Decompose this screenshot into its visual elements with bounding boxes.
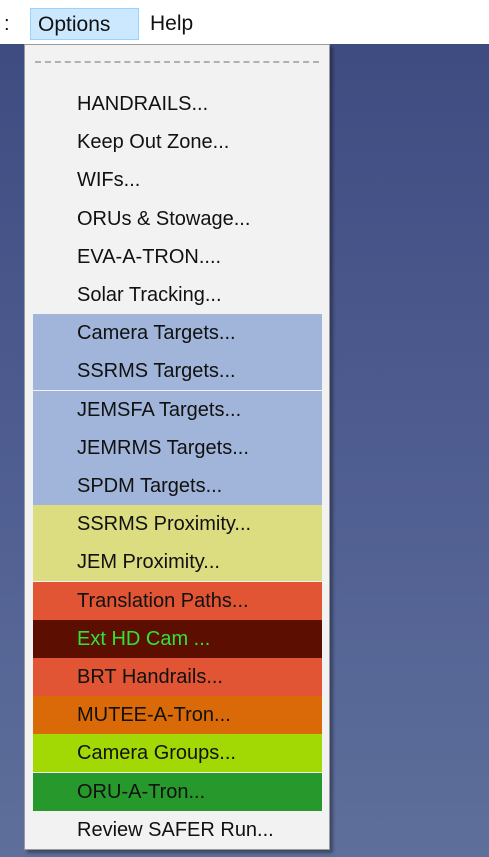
menu-item-keep-out-zone[interactable]: Keep Out Zone... xyxy=(33,123,322,162)
menu-item-camera-targets[interactable]: Camera Targets... xyxy=(33,314,322,353)
menu-item-jem-proximity[interactable]: JEM Proximity... xyxy=(33,543,322,582)
menu-item-jemrms-targets[interactable]: JEMRMS Targets... xyxy=(33,428,322,467)
menu-item-ssrms-proximity[interactable]: SSRMS Proximity... xyxy=(33,505,322,544)
menu-options[interactable]: Options xyxy=(30,8,139,40)
menu-item-eva-a-tron[interactable]: EVA-A-TRON.... xyxy=(33,237,322,276)
menu-item-orus-stowage[interactable]: ORUs & Stowage... xyxy=(33,199,322,238)
menu-help[interactable]: Help xyxy=(143,8,213,40)
tear-off-separator[interactable] xyxy=(35,61,319,63)
options-dropdown-menu: HANDRAILS... Keep Out Zone... WIFs... OR… xyxy=(24,44,330,850)
menu-item-ssrms-targets[interactable]: SSRMS Targets... xyxy=(33,352,322,391)
menu-item-handrails[interactable]: HANDRAILS... xyxy=(33,85,322,123)
menu-item-spdm-targets[interactable]: SPDM Targets... xyxy=(33,467,322,505)
menu-item-camera-groups[interactable]: Camera Groups... xyxy=(33,734,322,773)
menu-item-ext-hd-cam[interactable]: Ext HD Cam ... xyxy=(33,619,322,658)
menu-item-review-safer-run[interactable]: Review SAFER Run... xyxy=(33,810,322,849)
menu-item-solar-tracking[interactable]: Solar Tracking... xyxy=(33,276,322,314)
menu-overflow-indicator[interactable]: : xyxy=(4,10,10,38)
menu-item-translation-paths[interactable]: Translation Paths... xyxy=(33,581,322,620)
menu-bar: : Options Help xyxy=(0,0,489,44)
menu-item-oru-a-tron[interactable]: ORU-A-Tron... xyxy=(33,772,322,811)
menu-item-wifs[interactable]: WIFs... xyxy=(33,161,322,200)
menu-item-brt-handrails[interactable]: BRT Handrails... xyxy=(33,658,322,696)
menu-item-jemsfa-targets[interactable]: JEMSFA Targets... xyxy=(33,390,322,429)
menu-item-mutee-a-tron[interactable]: MUTEE-A-Tron... xyxy=(33,696,322,735)
